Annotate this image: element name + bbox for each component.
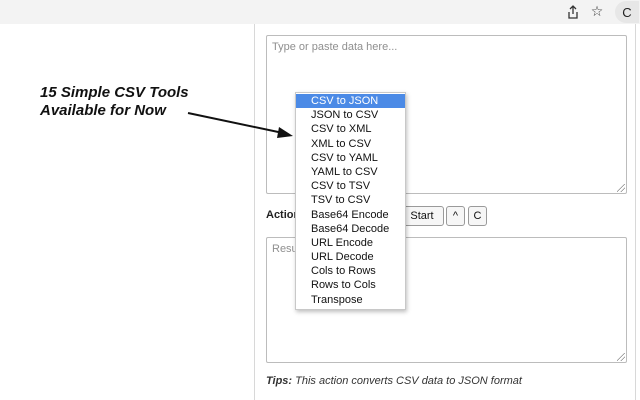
annotation-callout: 15 Simple CSV Tools Available for Now — [40, 84, 189, 120]
dropdown-option[interactable]: Rows to Cols — [296, 278, 405, 292]
tips-label: Tips: — [266, 375, 293, 387]
dropdown-option[interactable]: JSON to CSV — [296, 108, 405, 122]
dropdown-option[interactable]: Base64 Decode — [296, 222, 405, 236]
dropdown-option[interactable]: CSV to YAML — [296, 151, 405, 165]
dropdown-option[interactable]: XML to CSV — [296, 137, 405, 151]
dropdown-option[interactable]: Base64 Encode — [296, 208, 405, 222]
resize-handle-icon[interactable] — [617, 184, 625, 192]
dropdown-option[interactable]: URL Encode — [296, 236, 405, 250]
dropdown-option[interactable]: Transpose — [296, 293, 405, 307]
screenshot: ☆ C Type or paste data here... Action St… — [0, 0, 640, 400]
dropdown-option[interactable]: TSV to CSV — [296, 193, 405, 207]
dropdown-option[interactable]: CSV to XML — [296, 122, 405, 136]
dropdown-option[interactable]: CSV to TSV — [296, 179, 405, 193]
action-dropdown-list[interactable]: CSV to JSON JSON to CSV CSV to XML XML t… — [295, 92, 406, 310]
share-icon[interactable] — [563, 2, 583, 22]
data-input-placeholder: Type or paste data here... — [272, 41, 398, 53]
annotation-line-2: Available for Now — [40, 102, 166, 119]
move-up-button[interactable]: ^ — [446, 206, 465, 226]
star-icon[interactable]: ☆ — [587, 2, 607, 22]
clear-button[interactable]: C — [468, 206, 487, 226]
dropdown-option[interactable]: CSV to JSON — [296, 94, 405, 109]
tips-text: Tips: This action converts CSV data to J… — [266, 375, 522, 387]
annotation-line-1: 15 Simple CSV Tools — [40, 84, 189, 101]
extension-icon[interactable]: C — [615, 1, 639, 23]
tips-description: This action converts CSV data to JSON fo… — [295, 375, 522, 387]
dropdown-option[interactable]: URL Decode — [296, 250, 405, 264]
dropdown-option[interactable]: YAML to CSV — [296, 165, 405, 179]
dropdown-option[interactable]: Cols to Rows — [296, 264, 405, 278]
browser-toolbar: ☆ C — [0, 0, 640, 24]
resize-handle-icon[interactable] — [617, 353, 625, 361]
start-button[interactable]: Start — [400, 206, 444, 226]
